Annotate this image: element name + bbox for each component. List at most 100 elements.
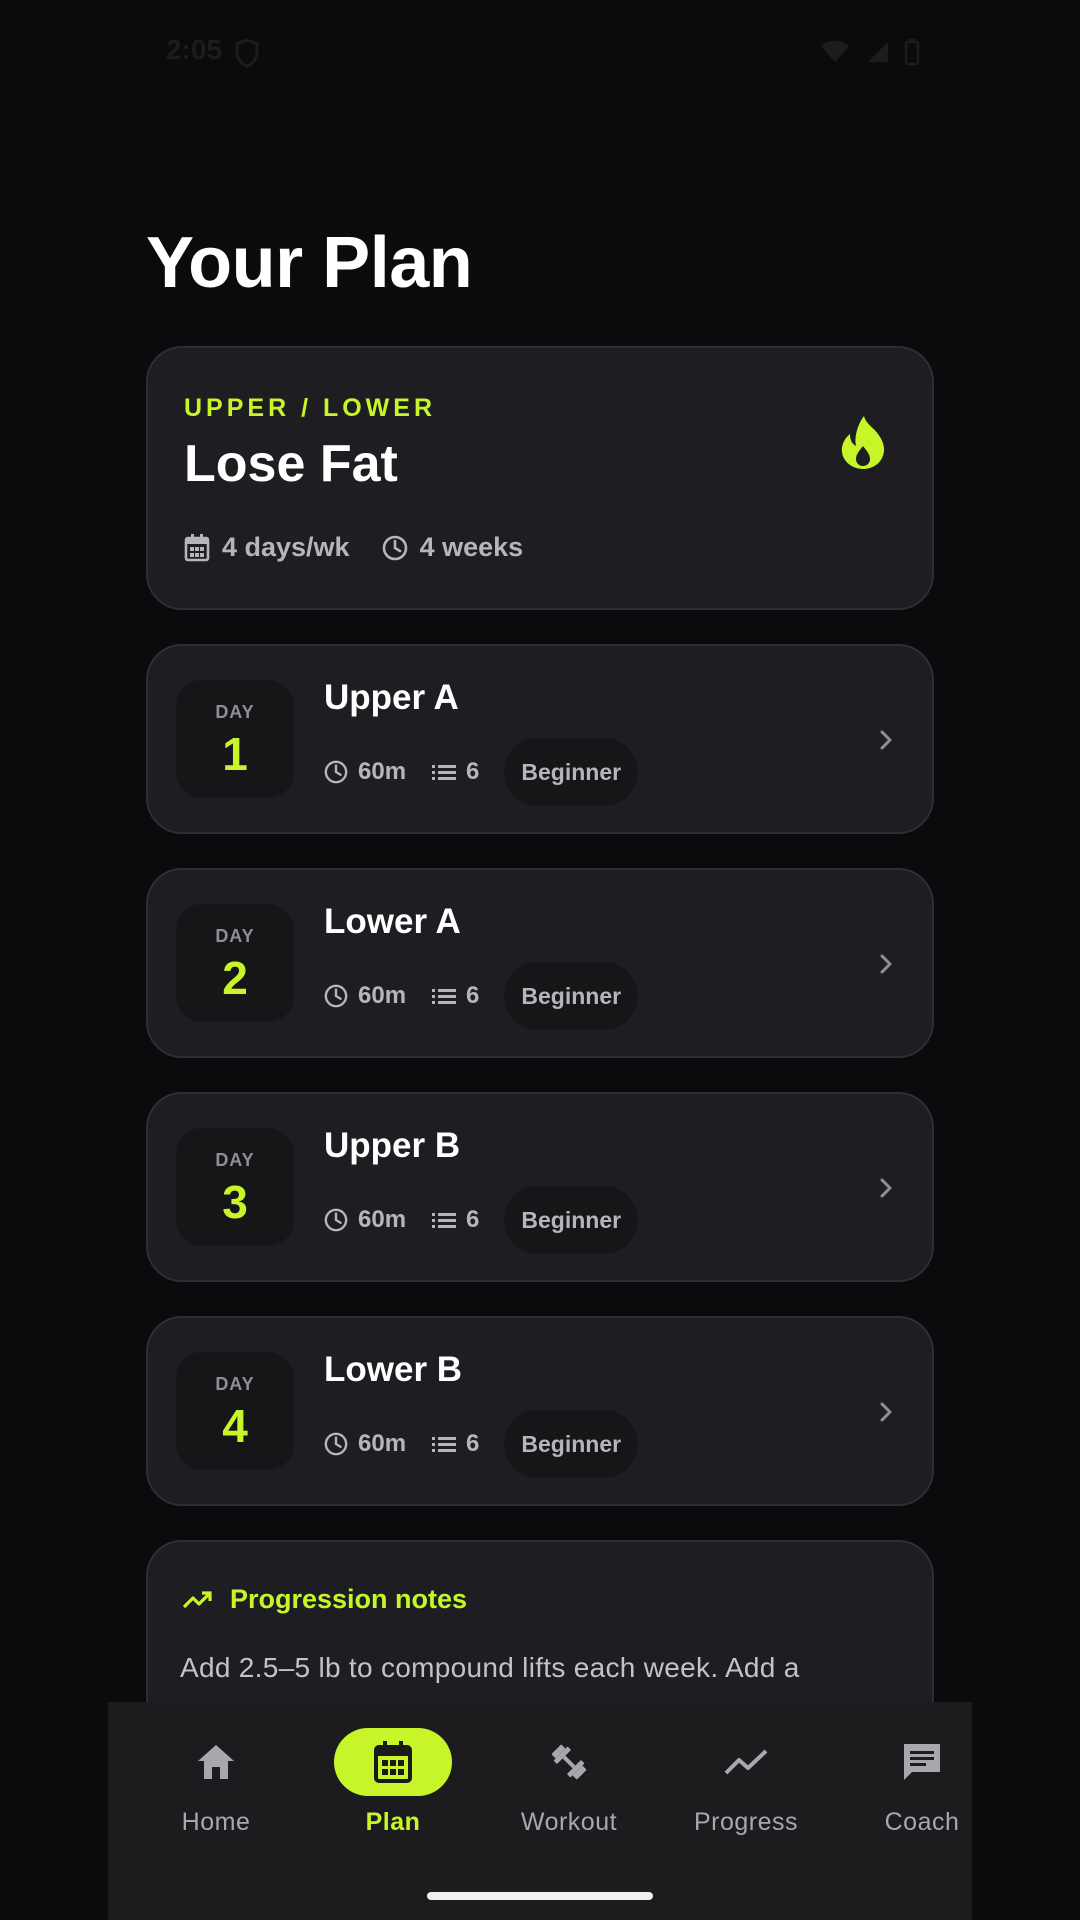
nav-home[interactable]: Home [141, 1728, 291, 1837]
chevron-right-icon [880, 954, 892, 974]
signal-icon [868, 42, 888, 62]
status-bar: 2:05 [0, 0, 1080, 104]
day-number: 4 [222, 1400, 248, 1452]
day-number: 1 [222, 728, 248, 780]
flame-icon [841, 416, 885, 469]
level-chip: Beginner [504, 1410, 639, 1478]
workout-exercise-count: 6 [432, 982, 479, 1010]
workout-exercise-count-text: 6 [466, 982, 480, 1009]
day-number: 2 [222, 952, 248, 1004]
nav-progress-icon-wrap [687, 1728, 805, 1796]
home-indicator[interactable] [427, 1892, 653, 1900]
clock-icon [324, 984, 348, 1008]
progression-notes-header: Progression notes [182, 1584, 467, 1615]
plan-meta: 4 days/wk 4 weeks [184, 532, 523, 563]
workout-meta: 60m 6 Beginner [324, 738, 639, 806]
nav-plan-icon-wrap [334, 1728, 452, 1796]
plan-frequency: 4 days/wk [184, 532, 350, 563]
progression-notes-title: Progression notes [230, 1584, 468, 1614]
home-icon [198, 1745, 234, 1779]
chat-icon [904, 1744, 940, 1780]
page-title: Your Plan [146, 223, 473, 303]
workout-title: Upper A [324, 678, 459, 717]
workout-exercise-count-text: 6 [466, 1430, 480, 1457]
day-number: 3 [222, 1176, 248, 1228]
plan-goal-title: Lose Fat [184, 435, 398, 493]
plan-duration: 4 weeks [382, 532, 524, 563]
trending-icon [724, 1749, 768, 1775]
trending-up-icon [182, 1590, 212, 1608]
status-time: 2:05 [166, 34, 223, 65]
dumbbell-icon [551, 1744, 587, 1780]
workout-exercise-count: 6 [432, 758, 479, 786]
day-card[interactable]: DAY 1 Upper A 60m 6 Beginner [146, 644, 934, 834]
workout-exercise-count: 6 [432, 1206, 479, 1234]
workout-exercise-count: 6 [432, 1430, 479, 1458]
workout-duration-text: 60m [358, 1206, 407, 1233]
day-card[interactable]: DAY 3 Upper B 60m 6 Beginner [146, 1092, 934, 1282]
plan-duration-text: 4 weeks [419, 532, 524, 562]
nav-home-icon-wrap [157, 1728, 275, 1796]
workout-duration: 60m [324, 1430, 406, 1458]
level-chip: Beginner [504, 962, 639, 1030]
clock-icon [324, 760, 348, 784]
nav-coach[interactable]: Coach [847, 1728, 997, 1837]
nav-workout-icon-wrap [510, 1728, 628, 1796]
nav-workout[interactable]: Workout [494, 1728, 644, 1837]
chevron-right-icon [880, 1402, 892, 1422]
day-card[interactable]: DAY 4 Lower B 60m 6 Beginner [146, 1316, 934, 1506]
nav-progress-label: Progress [693, 1808, 799, 1836]
nav-coach-icon-wrap [863, 1728, 981, 1796]
list-icon [432, 765, 457, 780]
workout-duration-text: 60m [358, 982, 407, 1009]
bottom-navigation: Home Plan Workout Progress Coach [108, 1702, 972, 1920]
list-icon [432, 989, 457, 1004]
day-badge: DAY 4 [176, 1352, 294, 1470]
nav-plan-label: Plan [365, 1808, 421, 1836]
workout-meta: 60m 6 Beginner [324, 1186, 639, 1254]
plan-screen: 2:05 Your Plan UPPER / LOWER Lose Fat 4 … [0, 0, 1080, 1920]
clock-icon [324, 1432, 348, 1456]
chevron-right-icon [880, 730, 892, 750]
nav-coach-label: Coach [884, 1808, 960, 1836]
day-label: DAY [215, 1374, 255, 1394]
workout-duration: 60m [324, 1206, 406, 1234]
day-badge: DAY 2 [176, 904, 294, 1022]
plan-summary-card[interactable]: UPPER / LOWER Lose Fat 4 days/wk 4 weeks [146, 346, 934, 610]
nav-progress[interactable]: Progress [671, 1728, 821, 1837]
workout-title: Lower A [324, 902, 461, 941]
workout-title: Lower B [324, 1350, 463, 1389]
clock-icon [324, 1208, 348, 1232]
clock-icon [382, 535, 407, 560]
workout-meta: 60m 6 Beginner [324, 962, 639, 1030]
chevron-right-icon [880, 1178, 892, 1198]
workout-duration: 60m [324, 982, 406, 1010]
level-chip: Beginner [504, 738, 639, 806]
status-icons [820, 38, 920, 66]
plan-frequency-text: 4 days/wk [222, 532, 350, 562]
progression-notes-text: Add 2.5–5 lb to compound lifts each week… [180, 1652, 800, 1683]
day-label: DAY [215, 702, 255, 722]
day-badge: DAY 3 [176, 1128, 294, 1246]
workout-duration-text: 60m [358, 1430, 407, 1457]
workout-duration-text: 60m [358, 758, 407, 785]
nav-workout-label: Workout [520, 1808, 618, 1836]
day-badge: DAY 1 [176, 680, 294, 798]
day-label: DAY [215, 926, 255, 946]
nav-plan[interactable]: Plan [318, 1728, 468, 1837]
battery-icon [904, 39, 920, 66]
plan-content: UPPER / LOWER Lose Fat 4 days/wk 4 weeks… [146, 346, 934, 1800]
nav-home-label: Home [181, 1808, 251, 1836]
day-label: DAY [215, 1150, 255, 1170]
shield-icon [235, 38, 259, 68]
level-chip: Beginner [504, 1186, 639, 1254]
day-card[interactable]: DAY 2 Lower A 60m 6 Beginner [146, 868, 934, 1058]
calendar-icon [374, 1741, 412, 1783]
workout-exercise-count-text: 6 [466, 1206, 480, 1233]
wifi-icon [821, 40, 849, 62]
workout-exercise-count-text: 6 [466, 758, 480, 785]
list-icon [432, 1213, 457, 1228]
plan-split-label: UPPER / LOWER [184, 394, 437, 422]
calendar-icon [184, 533, 210, 561]
list-icon [432, 1437, 457, 1452]
